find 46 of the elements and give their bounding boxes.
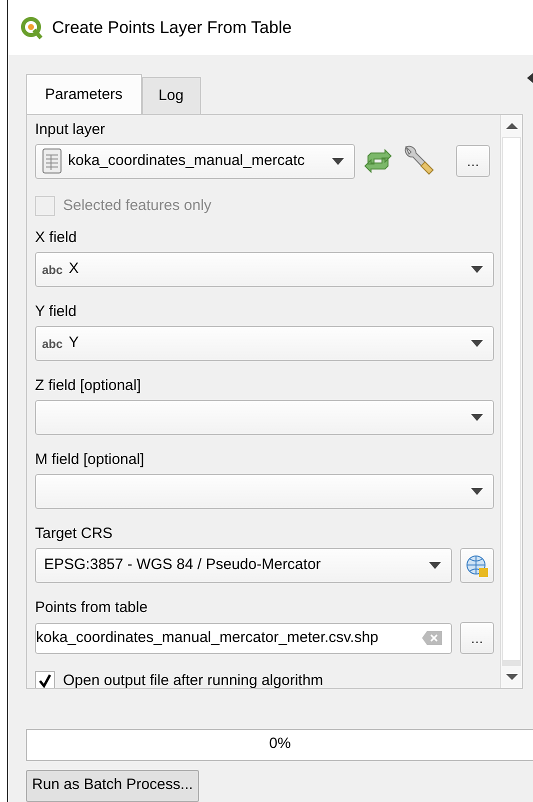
field-label: Target CRS <box>35 525 114 543</box>
field-label: M field [optional] <box>35 451 146 469</box>
crs-selector-button[interactable] <box>460 548 494 583</box>
checkbox-label: Selected features only <box>63 196 212 216</box>
dropdown[interactable] <box>35 400 494 435</box>
caret-icon <box>429 562 441 569</box>
caret-icon <box>332 158 344 164</box>
scroll-down-icon <box>506 674 518 680</box>
dropdown[interactable] <box>35 474 494 509</box>
caret-icon <box>471 340 483 347</box>
batch-button[interactable]: Run as Batch Process... <box>26 770 199 802</box>
type-tag: abc <box>42 334 63 352</box>
check-icon <box>38 674 52 688</box>
caret-icon <box>471 488 483 495</box>
window-title: Create Points Layer From Table <box>52 16 292 39</box>
dropdown[interactable]: EPSG:3857 - WGS 84 / Pseudo-Mercator <box>35 548 452 583</box>
more-button[interactable]: … <box>456 145 490 177</box>
table-icon <box>42 148 62 174</box>
output-field[interactable]: koka_coordinates_manual_mercator_meter.csv.shp <box>35 622 452 654</box>
more-button[interactable]: … <box>460 622 494 654</box>
tab[interactable]: Log <box>142 77 201 114</box>
dropdown-value: koka_coordinates_manual_mercatc <box>68 150 306 171</box>
scrollbar[interactable] <box>500 114 522 688</box>
field-label: Z field [optional] <box>35 377 142 395</box>
dropdown[interactable]: koka_coordinates_manual_mercatc <box>35 144 355 178</box>
tab[interactable]: Parameters <box>26 74 142 114</box>
checkbox[interactable] <box>35 671 55 688</box>
scroll-up-icon <box>506 122 518 128</box>
refresh-icon <box>363 148 393 174</box>
field-label: Input layer <box>35 120 106 138</box>
dropdown-value: EPSG:3857 - WGS 84 / Pseudo-Mercator <box>43 555 322 576</box>
caret-icon <box>471 414 483 421</box>
dropdown-value: Y <box>68 333 80 354</box>
progress-text: 0% <box>269 734 291 754</box>
dropdown[interactable]: abc X <box>35 252 494 287</box>
dropdown[interactable]: abc Y <box>35 326 494 361</box>
dropdown-value: X <box>68 259 80 280</box>
field-value: koka_coordinates_manual_mercator_meter.csv.shp <box>36 628 380 648</box>
globe-icon <box>465 554 489 578</box>
field-label: X field <box>35 229 78 247</box>
field-label: Y field <box>35 303 78 321</box>
type-tag: abc <box>42 260 63 278</box>
field-label: Points from table <box>35 599 149 617</box>
clear-icon <box>421 630 443 646</box>
caret-icon <box>471 266 483 273</box>
logo-icon <box>20 16 44 40</box>
